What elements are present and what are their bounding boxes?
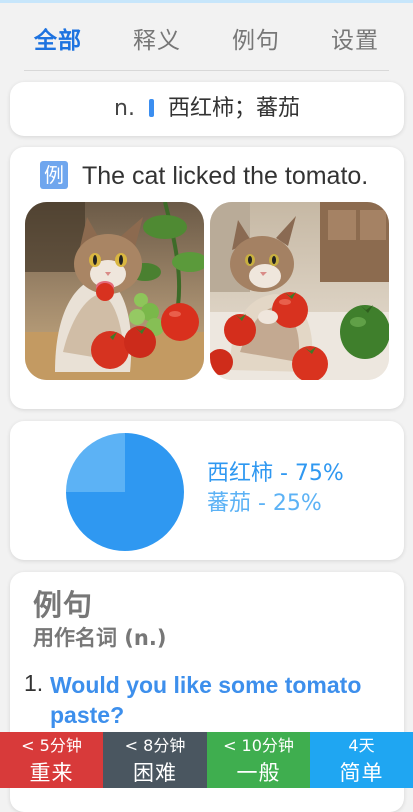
tab-settings[interactable]: 设置 <box>331 25 379 57</box>
good-interval: < 10分钟 <box>223 736 294 755</box>
good-label: 一般 <box>236 761 281 785</box>
example-sentence: The cat licked the tomato. <box>82 162 369 190</box>
kitten-holding-tomato-image[interactable] <box>210 202 389 380</box>
pie-chart <box>66 433 184 551</box>
hard-interval: < 8分钟 <box>124 736 186 755</box>
part-of-speech: n. <box>114 96 135 121</box>
example-badge: 例 <box>40 161 68 189</box>
pie-slice-2 <box>66 433 125 492</box>
tab-all[interactable]: 全部 <box>34 25 82 57</box>
again-button[interactable]: < 5分钟 重来 <box>0 732 103 788</box>
example-card: 例 The cat licked the tomato. <box>10 147 404 409</box>
hard-button[interactable]: < 8分钟 困难 <box>103 732 207 788</box>
easy-interval: 4天 <box>348 736 375 755</box>
chart-legend: 西红柿 - 75% 蕃茄 - 25% <box>207 459 344 519</box>
pie-chart-card: 西红柿 - 75% 蕃茄 - 25% <box>10 421 404 560</box>
hard-label: 困难 <box>133 761 177 785</box>
easy-button[interactable]: 4天 简单 <box>310 732 413 788</box>
tab-bar: 全部 释义 例句 设置 <box>0 3 413 73</box>
usage-subtitle: 用作名词 (n.) <box>33 626 167 650</box>
usage-item-sentence[interactable]: Would you like some tomato paste? <box>50 670 390 730</box>
again-interval: < 5分钟 <box>21 736 82 755</box>
legend-item-tomato-2: 蕃茄 - 25% <box>207 491 322 516</box>
usage-item-number: 1. <box>24 670 44 696</box>
again-label: 重来 <box>29 761 74 785</box>
definition-meaning: 西红柿；蕃茄 <box>167 96 300 121</box>
good-button[interactable]: < 10分钟 一般 <box>207 732 310 788</box>
usage-title: 例句 <box>33 588 94 622</box>
definition-separator <box>148 99 154 117</box>
tab-examples[interactable]: 例句 <box>232 25 280 57</box>
legend-item-tomato-1: 西红柿 - 75% <box>207 461 344 486</box>
tab-divider <box>24 70 389 71</box>
grade-button-bar: < 5分钟 重来 < 8分钟 困难 < 10分钟 一般 4天 简单 <box>0 732 413 788</box>
definition-card: n. 西红柿；蕃茄 <box>10 82 404 136</box>
easy-label: 简单 <box>339 761 384 785</box>
tab-definitions[interactable]: 释义 <box>133 25 181 57</box>
kitten-licking-tomato-image[interactable] <box>25 202 204 380</box>
